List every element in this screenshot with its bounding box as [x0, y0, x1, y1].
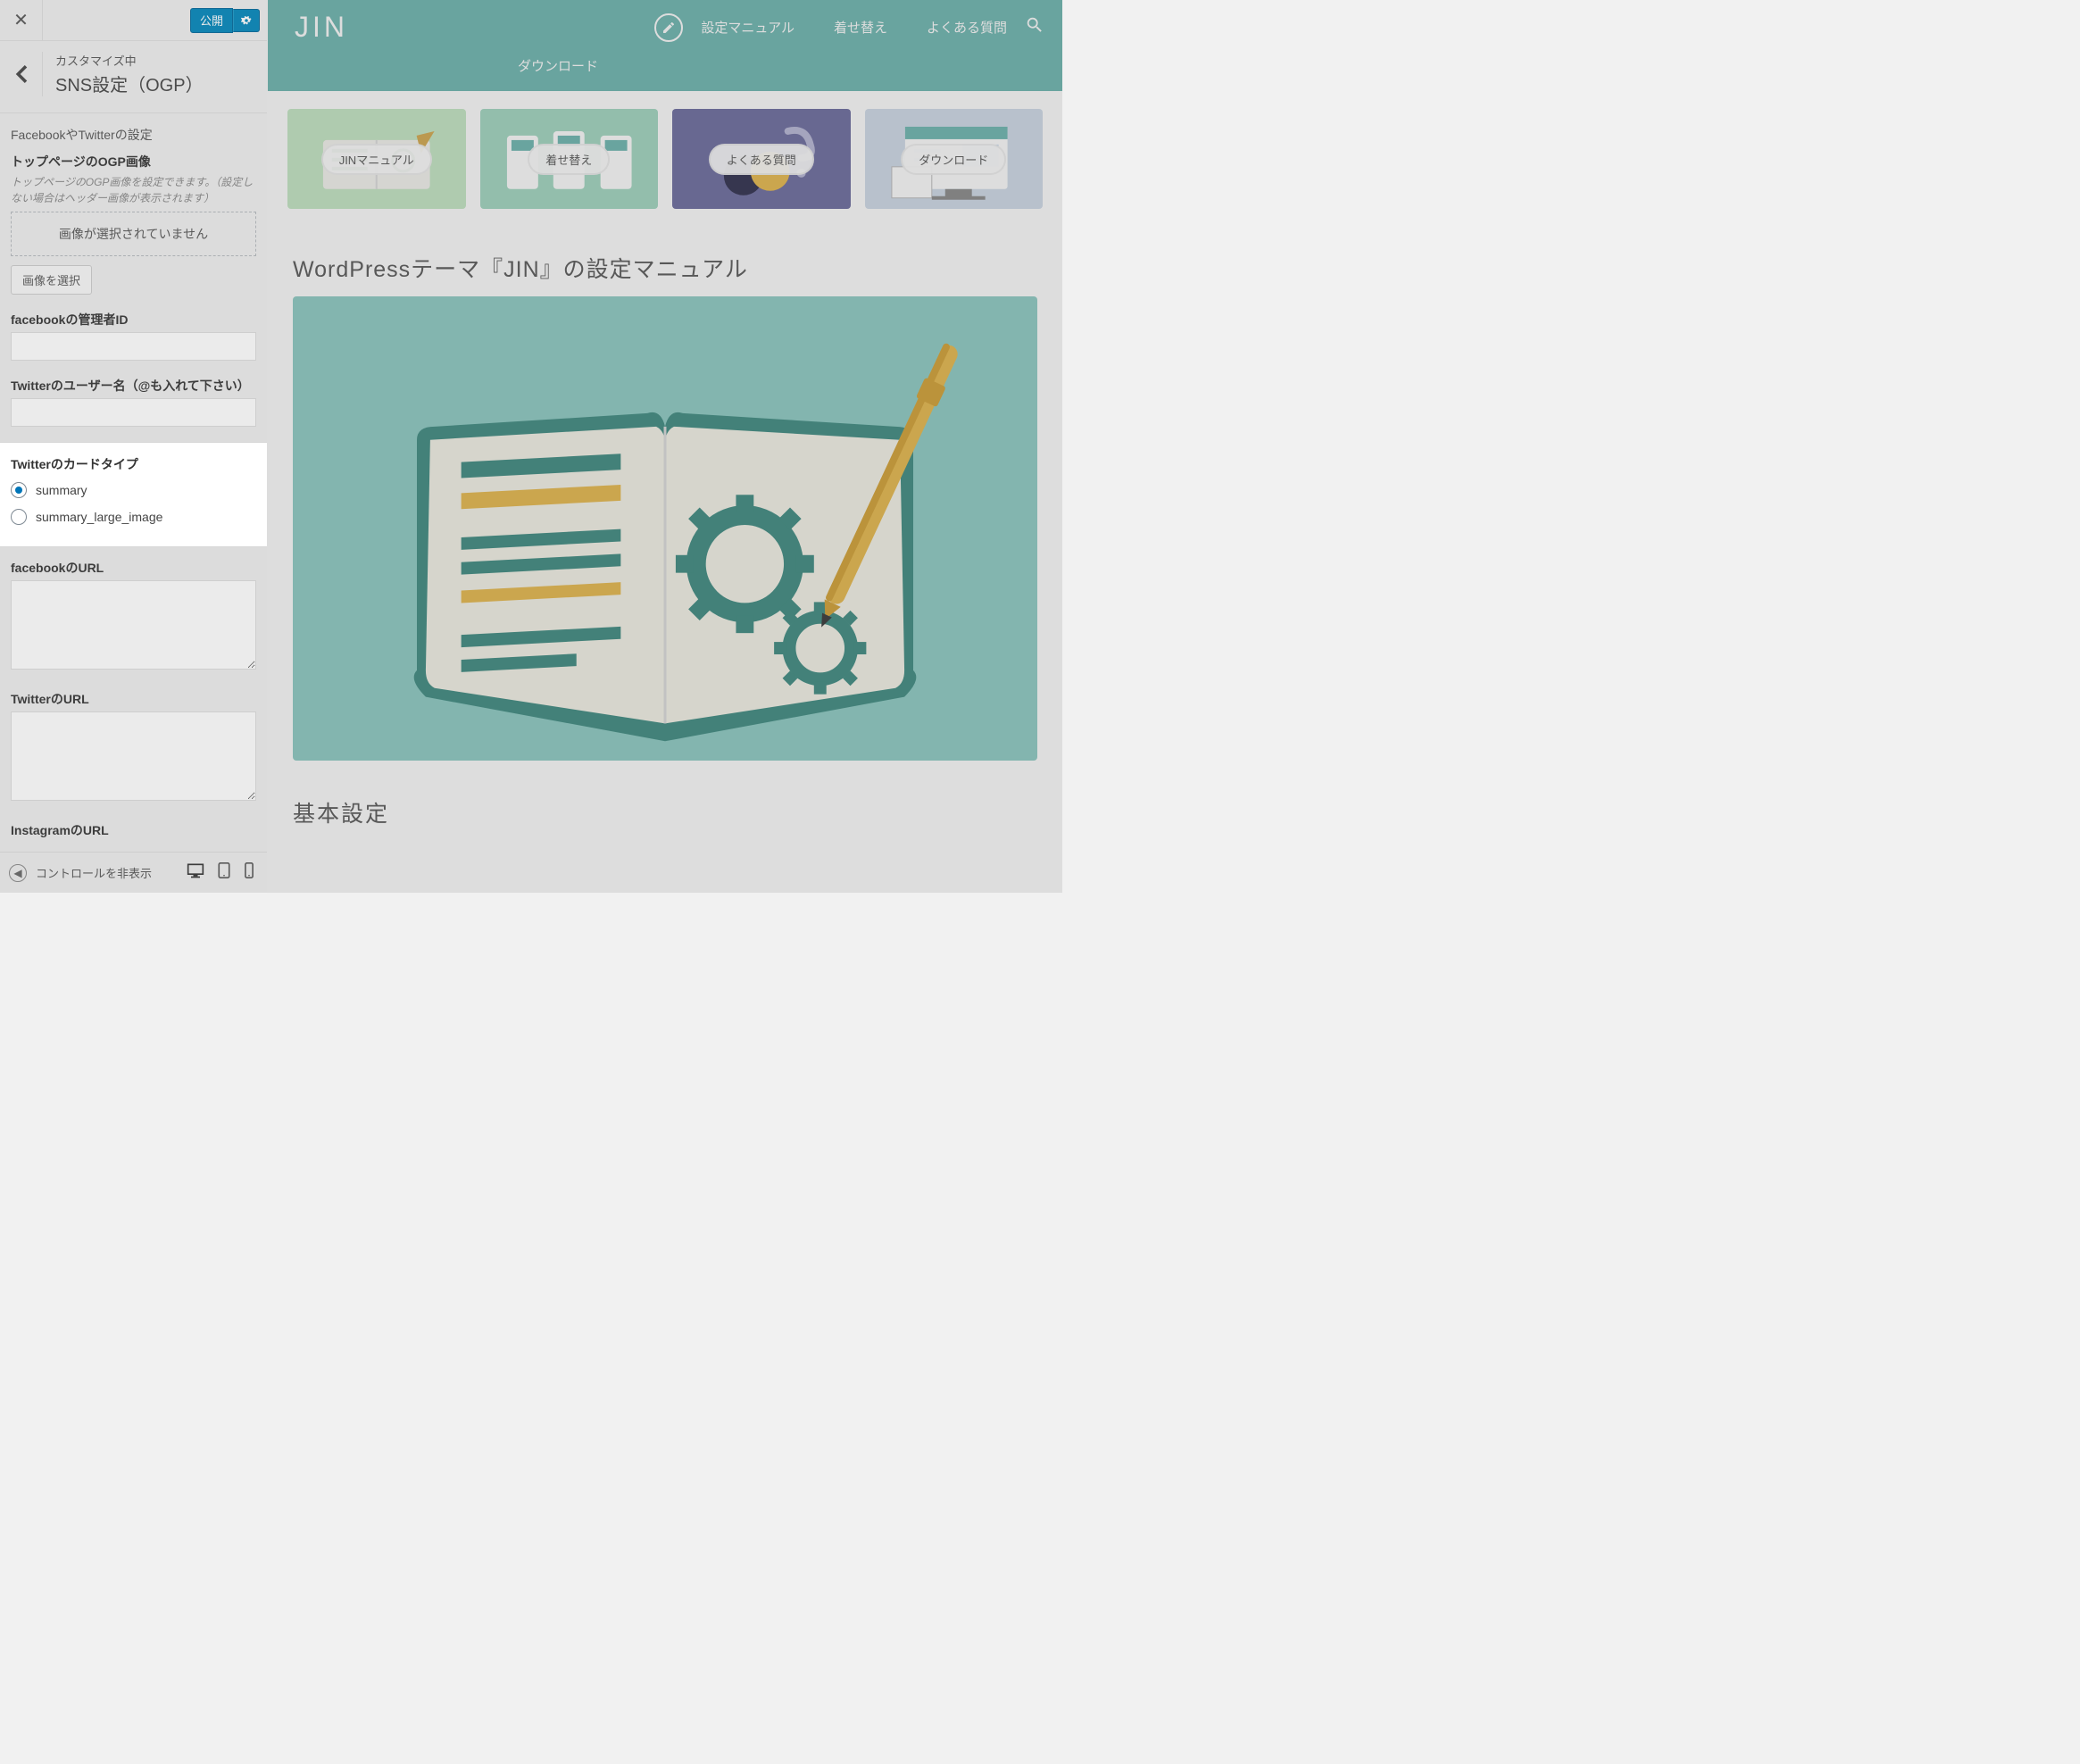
- sidebar-footer: ◀ コントロールを非表示: [0, 852, 267, 893]
- twitter-url-section: TwitterのURL: [0, 690, 267, 821]
- fb-url-section: facebookのURL: [0, 559, 267, 690]
- card-download-label: ダウンロード: [901, 144, 1006, 175]
- section-description: FacebookやTwitterの設定: [0, 113, 267, 153]
- no-image-placeholder: 画像が選択されていません: [11, 212, 256, 256]
- twitter-user-label: Twitterのユーザー名（@も入れて下さい）: [11, 377, 256, 395]
- card-faq-label: よくある質問: [709, 144, 814, 175]
- card-kisekae[interactable]: 着せ替え: [480, 109, 659, 209]
- nav-faq[interactable]: よくある質問: [927, 18, 1007, 37]
- radio-large-row[interactable]: summary_large_image: [11, 503, 256, 530]
- card-faq[interactable]: よくある質問: [672, 109, 851, 209]
- hero-illustration: [293, 296, 1037, 761]
- card-manual-label: JINマニュアル: [321, 144, 432, 175]
- radio-large-label: summary_large_image: [36, 510, 162, 524]
- device-mobile-icon[interactable]: [244, 862, 254, 883]
- nav-download[interactable]: ダウンロード: [518, 59, 598, 74]
- fb-admin-section: facebookの管理者ID: [0, 311, 267, 377]
- fb-url-input[interactable]: [11, 580, 256, 670]
- back-button[interactable]: [0, 52, 43, 96]
- radio-summary-large[interactable]: [11, 509, 27, 525]
- site-header: JIN 設定マニュアル 着せ替え よくある質問 ダウンロード: [268, 0, 1062, 91]
- pencil-icon: [661, 21, 676, 35]
- nav-kisekae[interactable]: 着せ替え: [834, 18, 887, 37]
- card-download[interactable]: ダウンロード: [865, 109, 1044, 209]
- twitter-user-section: Twitterのユーザー名（@も入れて下さい）: [0, 377, 267, 443]
- hero-image: [293, 296, 1037, 761]
- device-tablet-icon[interactable]: [217, 862, 231, 883]
- device-desktop-icon[interactable]: [187, 862, 204, 883]
- card-kisekae-label: 着せ替え: [528, 144, 610, 175]
- instagram-url-label: InstagramのURL: [11, 821, 256, 839]
- customizing-label: カスタマイズ中: [55, 52, 204, 69]
- collapse-label[interactable]: コントロールを非表示: [36, 864, 178, 881]
- card-manual[interactable]: JINマニュアル: [287, 109, 466, 209]
- fb-admin-input[interactable]: [11, 332, 256, 361]
- feature-cards: JINマニュアル 着せ替え: [268, 91, 1062, 227]
- twitter-url-input[interactable]: [11, 711, 256, 801]
- gear-icon: [240, 14, 253, 27]
- close-button[interactable]: ✕: [0, 0, 43, 41]
- sidebar-scroll[interactable]: FacebookやTwitterの設定 トップページのOGP画像 トップページの…: [0, 113, 267, 852]
- section-header: カスタマイズ中 SNS設定（OGP）: [0, 41, 267, 113]
- radio-summary[interactable]: [11, 482, 27, 498]
- fb-admin-label: facebookの管理者ID: [11, 311, 256, 329]
- nav-manual[interactable]: 設定マニュアル: [701, 18, 795, 37]
- site-logo[interactable]: JIN: [286, 11, 348, 44]
- radio-summary-label: summary: [36, 483, 87, 497]
- instagram-url-section: InstagramのURL: [0, 821, 267, 852]
- customizer-sidebar: ✕ 公開 カスタマイズ中 SNS設定（OGP） FacebookやTwitter…: [0, 0, 268, 893]
- radio-summary-row[interactable]: summary: [11, 477, 256, 503]
- preview-pane: JIN 設定マニュアル 着せ替え よくある質問 ダウンロード: [268, 0, 1062, 893]
- ogp-help: トップページのOGP画像を設定できます。（設定しない場合はヘッダー画像が表示され…: [11, 174, 256, 206]
- twitter-card-section: Twitterのカードタイプ summary summary_large_ima…: [0, 443, 267, 546]
- publish-button[interactable]: 公開: [190, 8, 233, 33]
- twitter-user-input[interactable]: [11, 398, 256, 427]
- chevron-left-icon: [15, 65, 28, 83]
- ogp-label: トップページのOGP画像: [11, 153, 256, 171]
- select-image-button[interactable]: 画像を選択: [11, 265, 92, 295]
- ogp-image-section: トップページのOGP画像 トップページのOGP画像を設定できます。（設定しない場…: [0, 153, 267, 311]
- page-title: WordPressテーマ『JIN』の設定マニュアル: [268, 227, 1062, 296]
- sidebar-topbar: ✕ 公開: [0, 0, 267, 41]
- collapse-icon[interactable]: ◀: [9, 864, 27, 882]
- settings-gear-button[interactable]: [233, 9, 260, 32]
- fb-url-label: facebookのURL: [11, 559, 256, 577]
- search-icon: [1025, 15, 1044, 35]
- search-button[interactable]: [1025, 15, 1044, 39]
- section-heading: 基本設定: [268, 796, 1062, 837]
- twitter-url-label: TwitterのURL: [11, 690, 256, 708]
- twitter-card-label: Twitterのカードタイプ: [11, 455, 256, 473]
- section-title: SNS設定（OGP）: [55, 71, 204, 96]
- write-button[interactable]: [654, 13, 683, 42]
